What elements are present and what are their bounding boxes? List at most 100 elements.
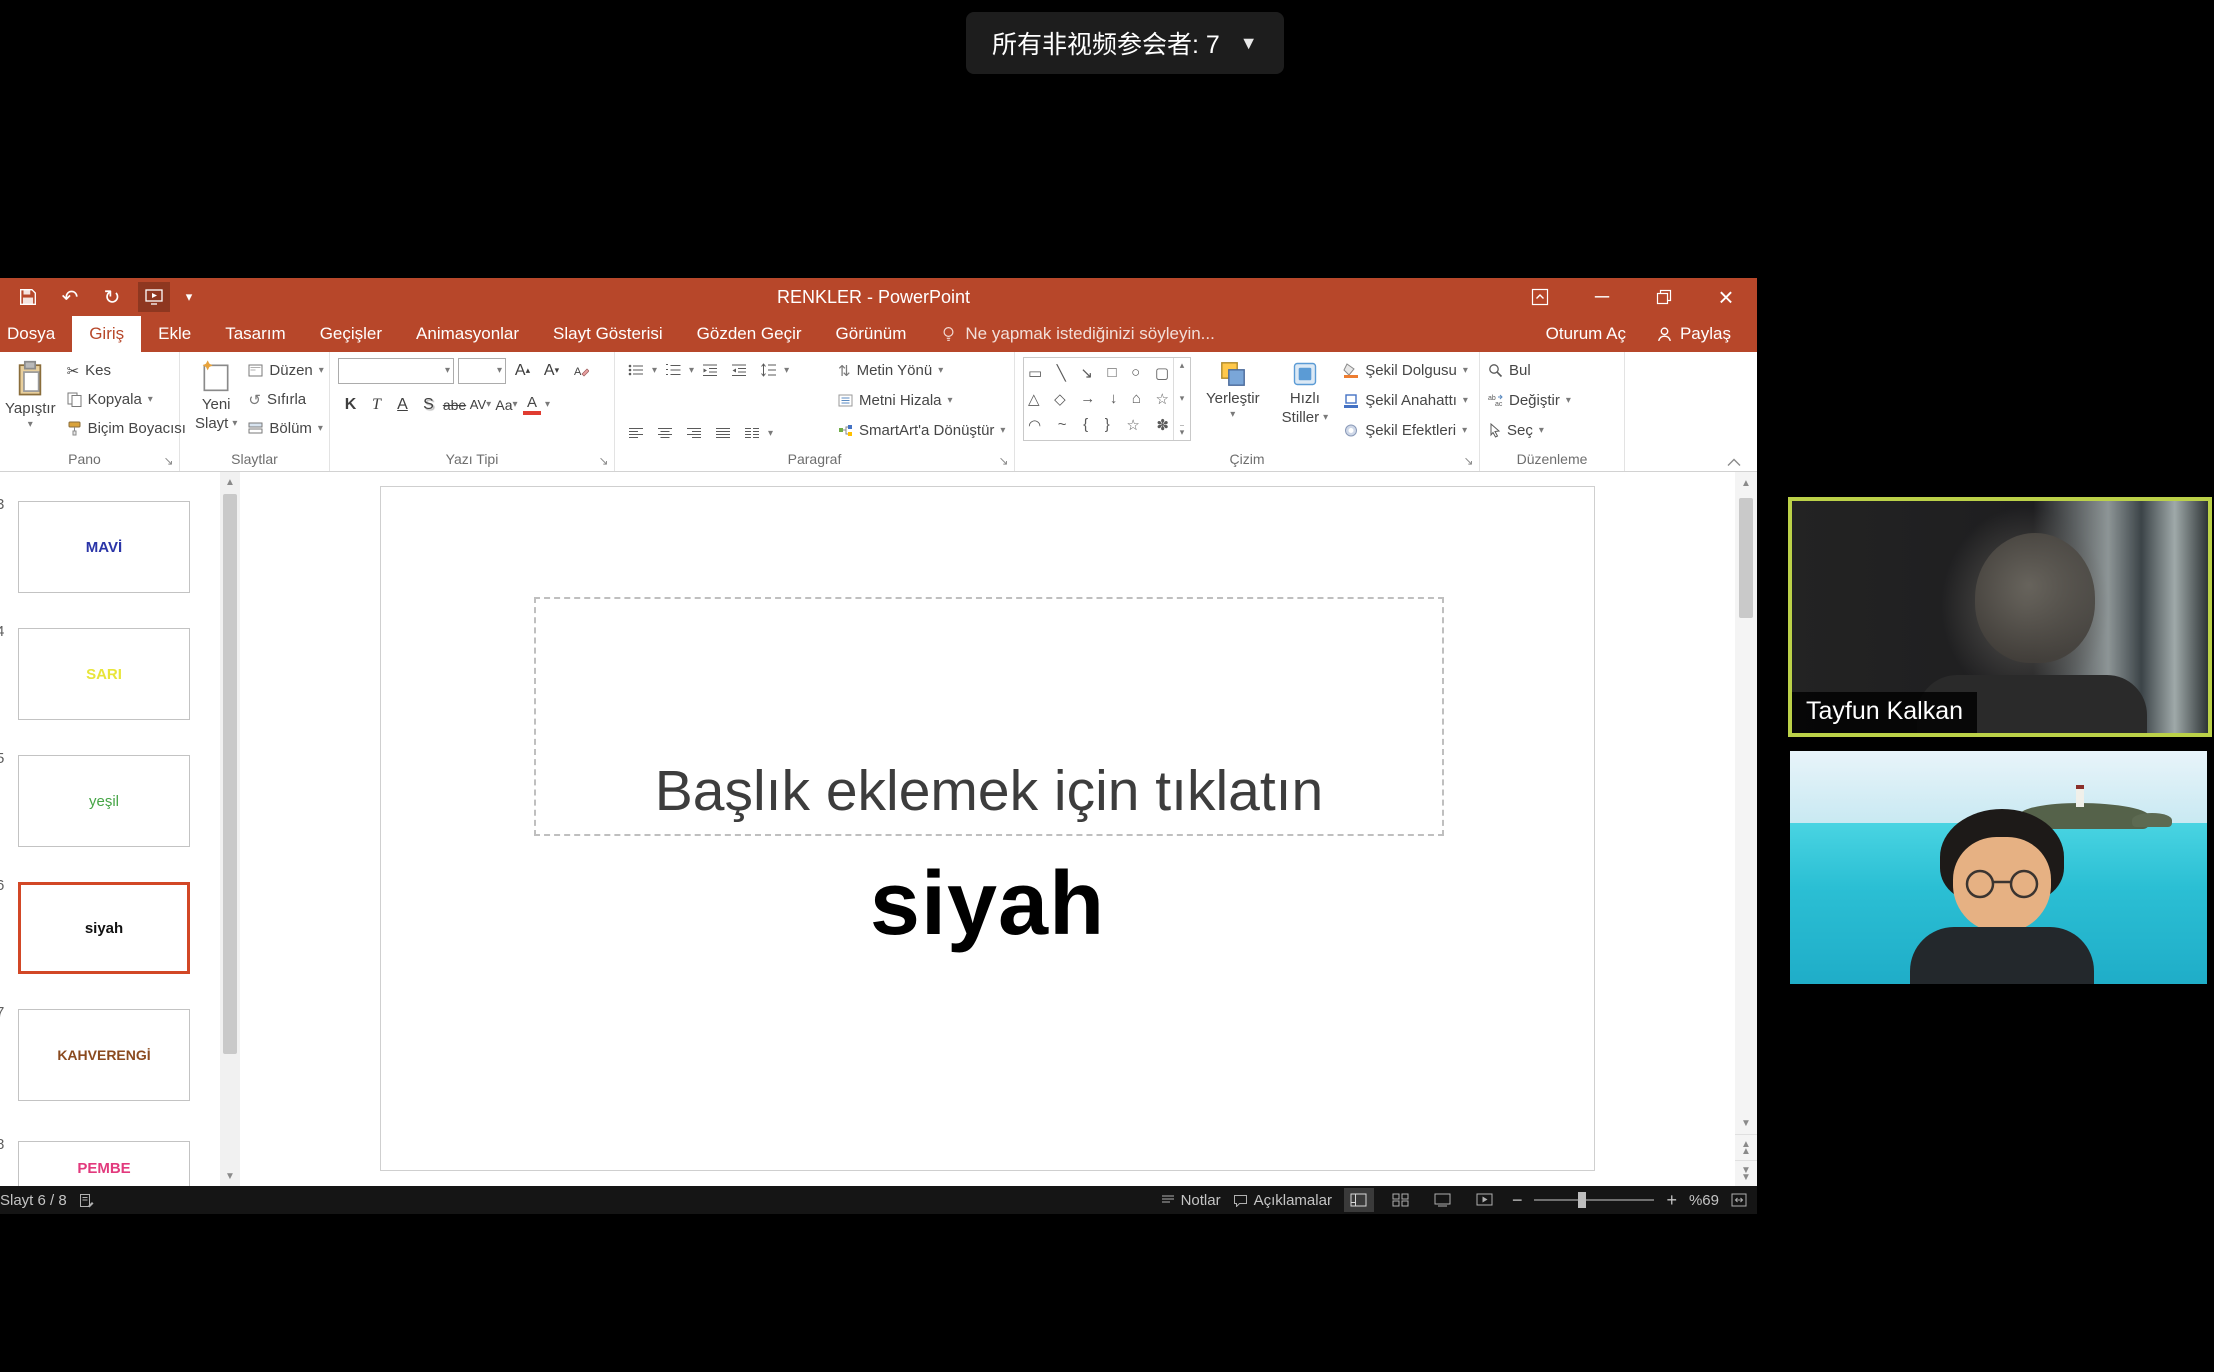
main-scrollbar[interactable]: ▲ ▼ ▲▲ ▼▼ — [1735, 472, 1757, 1186]
shape-rectangle[interactable]: □ — [1108, 364, 1117, 382]
scroll-down-arrow[interactable]: ▼ — [225, 1166, 235, 1186]
notes-page-icon[interactable] — [79, 1193, 94, 1208]
scroll-up-arrow[interactable]: ▲ — [1741, 472, 1751, 494]
slide-thumbnail-6-selected[interactable]: siyah — [18, 882, 190, 974]
quick-styles-button[interactable]: Hızlı Stiller ▾ — [1275, 357, 1336, 450]
justify-button[interactable] — [710, 420, 736, 446]
paragraph-dialog-launcher[interactable]: ↘ — [996, 454, 1011, 469]
character-spacing-button[interactable]: AV▾ — [468, 391, 493, 418]
slideshow-view-button[interactable] — [1470, 1188, 1500, 1212]
text-shadow-button[interactable]: S — [416, 391, 441, 418]
zoom-out-button[interactable]: − — [1512, 1190, 1523, 1211]
tell-me-box[interactable]: Ne yapmak istediğinizi söyleyin... — [923, 316, 1232, 352]
shape-down-arrow[interactable]: ↓ — [1110, 390, 1118, 408]
increase-font-size-button[interactable]: A▴ — [510, 357, 535, 384]
bold-button[interactable]: K — [338, 391, 363, 418]
shapes-scroll-down[interactable]: ▾ — [1180, 393, 1185, 404]
shape-diamond[interactable]: ◇ — [1054, 390, 1066, 408]
clear-formatting-button[interactable]: A — [568, 357, 593, 384]
slide-caption[interactable]: siyah — [381, 853, 1594, 956]
shape-burst[interactable]: ✽ — [1156, 416, 1169, 434]
slide-thumbnail-3[interactable]: MAVİ — [18, 501, 190, 593]
drawing-dialog-launcher[interactable]: ↘ — [1461, 454, 1476, 469]
scrollbar-thumb[interactable] — [1739, 498, 1753, 618]
paste-button[interactable]: Yapıştır ▾ — [0, 357, 63, 450]
align-text-button[interactable]: Metni Hizala ▾ — [838, 387, 1005, 414]
qat-customize-button[interactable]: ▾ — [180, 282, 198, 312]
scroll-down-arrow[interactable]: ▼ — [1741, 1112, 1751, 1134]
tab-view[interactable]: Görünüm — [819, 316, 924, 352]
shape-rounded-rectangle[interactable]: ▢ — [1155, 364, 1169, 382]
cut-button[interactable]: ✂ Kes — [67, 357, 186, 384]
font-dialog-launcher[interactable]: ↘ — [596, 454, 611, 469]
video-tile-active-speaker[interactable]: Tayfun Kalkan — [1788, 497, 2212, 737]
arrange-button[interactable]: Yerleştir ▾ — [1199, 357, 1267, 450]
section-button[interactable]: Bölüm ▾ — [248, 415, 323, 442]
bullets-button[interactable] — [623, 357, 649, 383]
tab-design[interactable]: Tasarım — [208, 316, 302, 352]
close-button[interactable]: × — [1695, 278, 1757, 316]
shape-right-brace[interactable]: } — [1105, 416, 1110, 434]
shape-oval[interactable]: ○ — [1131, 364, 1140, 382]
redo-button[interactable]: ↻ — [96, 282, 128, 312]
ribbon-display-options-button[interactable] — [1509, 278, 1571, 316]
next-slide-button[interactable]: ▼▼ — [1735, 1160, 1757, 1186]
slide-thumbnail-5[interactable]: yeşil — [18, 755, 190, 847]
shape-effects-button[interactable]: Şekil Efektleri ▾ — [1343, 417, 1468, 444]
sign-in-button[interactable]: Oturum Aç — [1534, 324, 1638, 344]
shape-triangle[interactable]: △ — [1028, 390, 1040, 408]
slide-thumbnail-8[interactable]: PEMBE — [18, 1141, 190, 1186]
align-right-button[interactable] — [681, 420, 707, 446]
italic-button[interactable]: T — [364, 391, 389, 418]
decrease-font-size-button[interactable]: A▾ — [539, 357, 564, 384]
shape-home[interactable]: ⌂ — [1132, 390, 1141, 408]
shape-star-2[interactable]: ☆ — [1126, 416, 1139, 434]
shape-right-arrow[interactable]: → — [1080, 390, 1095, 408]
shape-arrow[interactable]: ↘ — [1080, 364, 1093, 382]
scrollbar-thumb[interactable] — [223, 494, 237, 1054]
scroll-up-arrow[interactable]: ▲ — [225, 472, 235, 492]
zoom-slider-thumb[interactable] — [1578, 1192, 1586, 1208]
tab-home[interactable]: Giriş — [72, 316, 141, 352]
layout-button[interactable]: Düzen ▾ — [248, 357, 323, 384]
shapes-scroll-up[interactable]: ▴ — [1180, 360, 1185, 371]
align-center-button[interactable] — [652, 420, 678, 446]
copy-button[interactable]: Kopyala ▾ — [67, 386, 186, 413]
line-spacing-button[interactable] — [755, 357, 781, 383]
decrease-indent-button[interactable] — [697, 357, 723, 383]
shape-outline-button[interactable]: Şekil Anahattı ▾ — [1343, 387, 1468, 414]
save-button[interactable] — [12, 282, 44, 312]
shape-line[interactable]: ╲ — [1057, 364, 1066, 382]
reading-view-button[interactable] — [1428, 1188, 1458, 1212]
tab-review[interactable]: Gözden Geçir — [680, 316, 819, 352]
clipboard-dialog-launcher[interactable]: ↘ — [161, 454, 176, 469]
underline-button[interactable]: A — [390, 391, 415, 418]
zoom-in-button[interactable]: + — [1666, 1190, 1677, 1211]
tab-insert[interactable]: Ekle — [141, 316, 208, 352]
font-size-combobox[interactable]: ▾ — [458, 358, 506, 384]
columns-button[interactable] — [739, 420, 765, 446]
slide[interactable]: Başlık eklemek için tıklatın siyah — [380, 486, 1595, 1171]
video-tile-participant[interactable] — [1790, 751, 2207, 984]
collapse-ribbon-button[interactable] — [1727, 458, 1741, 467]
strikethrough-button[interactable]: abe — [442, 391, 467, 418]
tab-animations[interactable]: Animasyonlar — [399, 316, 536, 352]
shape-curve[interactable]: ~ — [1058, 416, 1067, 434]
thumbnail-scrollbar[interactable]: ▲ ▼ — [220, 472, 240, 1186]
start-slideshow-button[interactable] — [138, 282, 170, 312]
shape-text-box[interactable]: ▭ — [1028, 364, 1042, 382]
title-placeholder[interactable]: Başlık eklemek için tıklatın — [534, 597, 1444, 836]
slide-sorter-view-button[interactable] — [1386, 1188, 1416, 1212]
notes-toggle[interactable]: Notlar — [1161, 1192, 1221, 1209]
comments-toggle[interactable]: Açıklamalar — [1233, 1192, 1332, 1209]
slide-thumbnail-4[interactable]: SARI — [18, 628, 190, 720]
font-color-button[interactable]: A — [520, 393, 544, 417]
format-painter-button[interactable]: Biçim Boyacısı — [67, 415, 186, 442]
tab-file[interactable]: Dosya — [0, 316, 72, 352]
normal-view-button[interactable] — [1344, 1188, 1374, 1212]
increase-indent-button[interactable] — [726, 357, 752, 383]
zoom-slider[interactable] — [1534, 1199, 1654, 1201]
shapes-more-button[interactable]: ▾ — [1180, 425, 1185, 438]
shape-fill-button[interactable]: Şekil Dolgusu ▾ — [1343, 357, 1468, 384]
font-name-combobox[interactable]: ▾ — [338, 358, 454, 384]
